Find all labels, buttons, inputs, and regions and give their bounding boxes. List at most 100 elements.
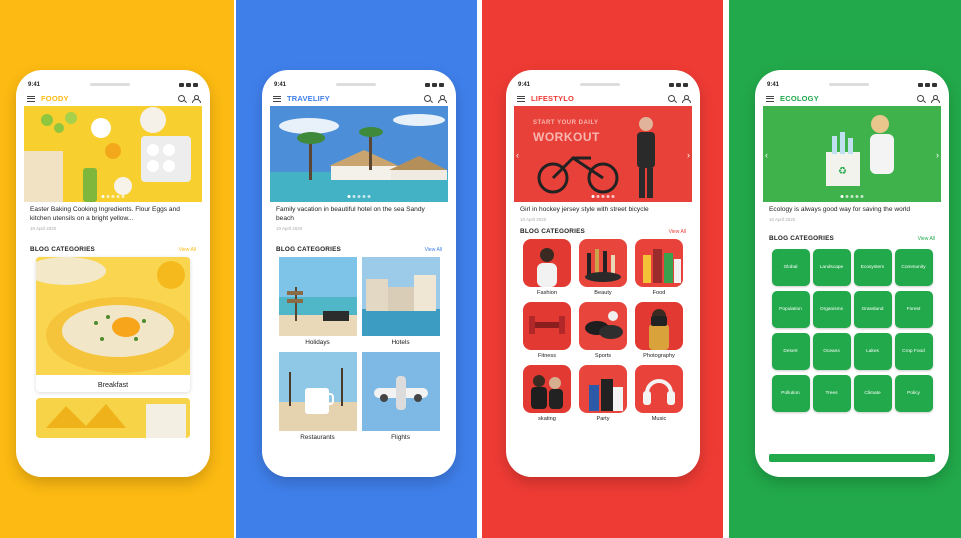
category-card-breakfast[interactable]: Breakfast xyxy=(36,256,190,392)
category-oceans[interactable]: Oceans xyxy=(812,332,851,370)
search-icon[interactable] xyxy=(668,95,675,102)
search-icon[interactable] xyxy=(424,95,431,102)
slider-dots[interactable] xyxy=(101,195,125,198)
category-music[interactable]: Music xyxy=(635,364,683,425)
hero-slider[interactable]: START YOUR DAILY WORKOUT ‹ › xyxy=(514,106,692,202)
chevron-left-icon[interactable]: ‹ xyxy=(765,150,768,160)
category-restaurants[interactable]: Restaurants xyxy=(278,351,357,443)
category-label: Hotels xyxy=(391,338,410,346)
category-grid: Holidays Hotels Restaurants Flights xyxy=(270,256,448,443)
category-community[interactable]: Community xyxy=(894,248,933,286)
user-icon[interactable] xyxy=(438,94,447,103)
category-hotels[interactable]: Hotels xyxy=(361,256,440,348)
app-bar: TRAVELIFY xyxy=(270,91,448,106)
phone-screen: 9:41 TRAVELIFY Family vacation in beauti… xyxy=(270,78,448,477)
hero-date: 10 April 2020 xyxy=(520,216,547,222)
search-icon[interactable] xyxy=(917,95,924,102)
category-global[interactable]: Global xyxy=(771,248,810,286)
signal-icons xyxy=(424,82,444,87)
status-time: 9:41 xyxy=(518,81,531,88)
hero-slider[interactable] xyxy=(24,106,202,202)
status-time: 9:41 xyxy=(767,81,780,88)
hero-caption[interactable]: Ecology is always good way for saving th… xyxy=(763,202,941,215)
category-forest[interactable]: Forest xyxy=(894,290,933,328)
view-all-link[interactable]: View All xyxy=(669,229,686,235)
brand-title: FOODY xyxy=(41,94,69,103)
chevron-right-icon[interactable]: › xyxy=(687,150,690,160)
phone-screen: 9:41 ECOLOGY ♻ ‹ › Ecology is always goo… xyxy=(763,78,941,477)
user-icon[interactable] xyxy=(682,94,691,103)
phone-frame: 9:41 LIFESTYLO START YOUR DAILY WORKOUT … xyxy=(506,70,700,477)
slider-dots[interactable] xyxy=(840,195,864,198)
category-label: Photography xyxy=(643,352,675,359)
section-header: BLOG CATEGORIES View All xyxy=(270,243,448,257)
menu-icon[interactable] xyxy=(273,95,281,102)
category-label: Breakfast xyxy=(36,374,190,392)
category-grid: Global Landscape Ecosystem Community Pop… xyxy=(763,246,941,412)
phone-frame: 9:41 ECOLOGY ♻ ‹ › Ecology is always goo… xyxy=(755,70,949,477)
category-ecosystem[interactable]: Ecosystem xyxy=(853,248,892,286)
category-label: Beauty xyxy=(594,289,612,296)
ecology-panel: 9:41 ECOLOGY ♻ ‹ › Ecology is always goo… xyxy=(729,0,961,538)
category-fitness[interactable]: Fitness xyxy=(523,301,571,362)
category-crop-food[interactable]: Crop Food xyxy=(894,332,933,370)
category-label: Music xyxy=(651,415,667,422)
category-policy[interactable]: Policy xyxy=(894,374,933,412)
category-beauty[interactable]: Beauty xyxy=(579,238,627,299)
phone-screen: 9:41 LIFESTYLO START YOUR DAILY WORKOUT … xyxy=(514,78,692,477)
user-icon[interactable] xyxy=(192,94,201,103)
category-label: Fitness xyxy=(537,352,557,359)
view-all-link[interactable]: View All xyxy=(918,236,935,242)
hero-caption[interactable]: Family vacation in beautiful hotel on th… xyxy=(270,202,448,224)
category-image xyxy=(278,351,357,431)
chevron-right-icon[interactable]: › xyxy=(936,150,939,160)
view-all-link[interactable]: View All xyxy=(179,247,196,253)
menu-icon[interactable] xyxy=(27,95,35,102)
slider-dots[interactable] xyxy=(347,195,371,198)
hero-image xyxy=(270,106,448,202)
category-photography[interactable]: Photography xyxy=(635,301,683,362)
view-all-link[interactable]: View All xyxy=(425,247,442,253)
category-image xyxy=(579,301,627,350)
category-flights[interactable]: Flights xyxy=(361,351,440,443)
category-organisms[interactable]: Organisms xyxy=(812,290,851,328)
hero-slider[interactable] xyxy=(270,106,448,202)
category-label: Fashion xyxy=(537,289,557,296)
hero-caption[interactable]: Girl in hockey jersey style with street … xyxy=(514,202,692,215)
hero-slider[interactable]: ♻ ‹ › xyxy=(763,106,941,202)
slider-dots[interactable] xyxy=(591,195,615,198)
hero-caption[interactable]: Easter Baking Cooking Ingredients. Flour… xyxy=(24,202,202,224)
hero-overlay-title: WORKOUT xyxy=(533,130,600,144)
category-sports[interactable]: Sports xyxy=(579,301,627,362)
category-holidays[interactable]: Holidays xyxy=(278,256,357,348)
category-label: Party xyxy=(596,415,610,422)
category-landscape[interactable]: Landscape xyxy=(812,248,851,286)
category-pollution[interactable]: Pollution xyxy=(771,374,810,412)
status-bar: 9:41 xyxy=(270,78,448,91)
category-image xyxy=(36,256,190,375)
category-population[interactable]: Population xyxy=(771,290,810,328)
bottom-bar xyxy=(769,454,935,462)
search-icon[interactable] xyxy=(178,95,185,102)
signal-icons xyxy=(917,82,937,87)
category-food[interactable]: Food xyxy=(635,238,683,299)
category-grassland[interactable]: Grassland xyxy=(853,290,892,328)
category-lakes[interactable]: Lakes xyxy=(853,332,892,370)
category-image xyxy=(278,256,357,336)
menu-icon[interactable] xyxy=(517,95,525,102)
category-party[interactable]: Party xyxy=(579,364,627,425)
category-label: Flights xyxy=(391,433,410,441)
category-fashion[interactable]: Fashion xyxy=(523,238,571,299)
menu-icon[interactable] xyxy=(766,95,774,102)
user-icon[interactable] xyxy=(931,94,940,103)
category-skating[interactable]: skating xyxy=(523,364,571,425)
category-climate[interactable]: Climate xyxy=(853,374,892,412)
chevron-left-icon[interactable]: ‹ xyxy=(516,150,519,160)
hero-date: 10 April 2020 xyxy=(30,225,57,231)
lifestylo-panel: 9:41 LIFESTYLO START YOUR DAILY WORKOUT … xyxy=(482,0,723,538)
category-card-next[interactable] xyxy=(36,397,190,438)
hero-overlay-kicker: START YOUR DAILY xyxy=(533,120,599,126)
travelify-panel: 9:41 TRAVELIFY Family vacation in beauti… xyxy=(236,0,477,538)
category-desert[interactable]: Desert xyxy=(771,332,810,370)
category-trees[interactable]: Trees xyxy=(812,374,851,412)
